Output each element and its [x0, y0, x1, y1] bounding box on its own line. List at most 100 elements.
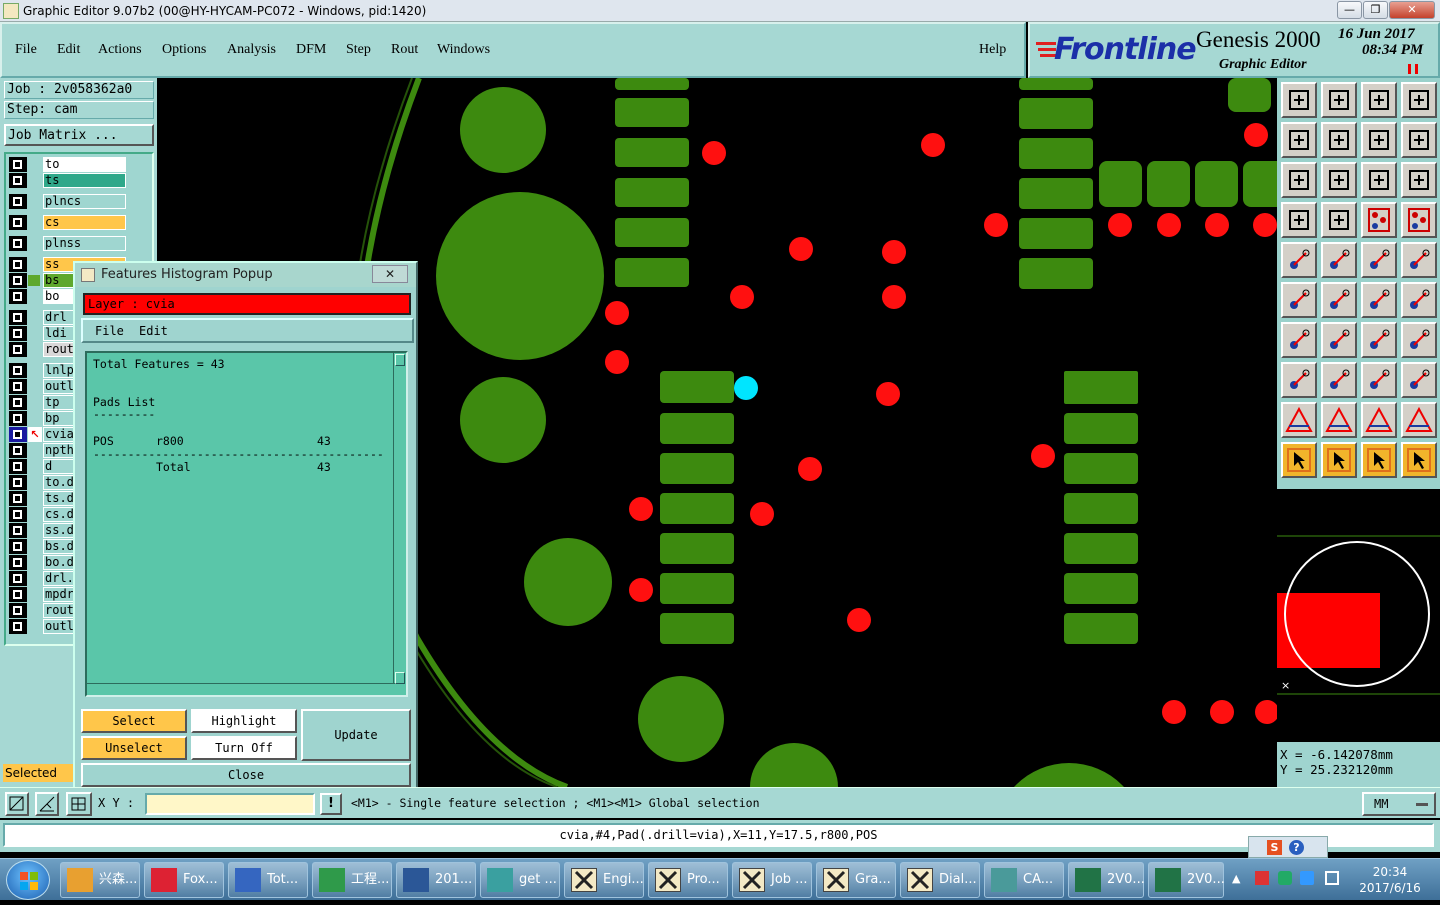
- measure-ruler-icon[interactable]: [1361, 242, 1397, 278]
- layer-checkbox-icon[interactable]: [9, 395, 27, 410]
- snap-center-icon[interactable]: [1401, 242, 1437, 278]
- select-circle-icon[interactable]: [1361, 442, 1397, 478]
- layer-row-ts[interactable]: ts: [9, 173, 126, 188]
- add-line-icon[interactable]: [1321, 242, 1357, 278]
- layer-checkbox-icon[interactable]: [9, 539, 27, 554]
- layer-checkbox-icon[interactable]: [9, 603, 27, 618]
- triangle-c-icon[interactable]: [1361, 402, 1397, 438]
- layer-checkbox-icon[interactable]: [9, 257, 27, 272]
- scroll-up-arrow-icon[interactable]: [395, 354, 405, 366]
- draw-line-icon[interactable]: [1321, 322, 1357, 358]
- layer-checkbox-icon[interactable]: [9, 273, 27, 288]
- taskbar-button[interactable]: Fox...: [144, 862, 224, 898]
- scale-one-to-one-icon[interactable]: [1361, 162, 1397, 198]
- scroll-down-arrow-icon[interactable]: [395, 672, 405, 684]
- layer-checkbox-icon[interactable]: [9, 215, 27, 230]
- taskbar-button[interactable]: CA...: [984, 862, 1064, 898]
- flip-text-icon[interactable]: [1401, 322, 1437, 358]
- taskbar-button[interactable]: 工程...: [312, 862, 392, 898]
- layer-checkbox-icon[interactable]: [9, 475, 27, 490]
- layer-row-to[interactable]: to: [9, 157, 126, 172]
- connect-nodes-icon[interactable]: [1281, 282, 1317, 318]
- taskbar-button[interactable]: 2V0...: [1068, 862, 1145, 898]
- ime-icon[interactable]: S: [1267, 840, 1282, 855]
- update-button[interactable]: Update: [301, 709, 411, 761]
- tray-expand-icon[interactable]: ▲: [1232, 872, 1240, 885]
- angle-icon[interactable]: [1281, 322, 1317, 358]
- layer-checkbox-icon[interactable]: [9, 459, 27, 474]
- tray-app-icon[interactable]: [1278, 871, 1292, 885]
- popup-close-button[interactable]: Close: [81, 763, 411, 787]
- group-icon[interactable]: [1401, 362, 1437, 398]
- triangle-b-icon[interactable]: [1321, 402, 1357, 438]
- measure-icon[interactable]: [35, 792, 59, 816]
- taskbar-button[interactable]: Tot...: [228, 862, 308, 898]
- layer-checkbox-icon[interactable]: [9, 326, 27, 341]
- pan-up-icon[interactable]: [1281, 82, 1317, 118]
- layer-stack-icon[interactable]: [1361, 202, 1397, 238]
- alert-icon[interactable]: !: [320, 793, 342, 815]
- route-line-icon[interactable]: [1361, 282, 1397, 318]
- taskbar-button[interactable]: 兴森...: [60, 862, 140, 898]
- taskbar-button[interactable]: Job ...: [732, 862, 812, 898]
- highlight-button[interactable]: Highlight: [191, 709, 297, 733]
- layer-checkbox-icon[interactable]: [9, 379, 27, 394]
- menu-rout[interactable]: Rout: [391, 42, 418, 58]
- menu-edit[interactable]: Edit: [57, 42, 80, 58]
- layer-row-plncs[interactable]: plncs: [9, 194, 126, 209]
- layer-checkbox-icon[interactable]: [9, 427, 27, 442]
- layer-checkbox-icon[interactable]: [9, 555, 27, 570]
- layer-checkbox-icon[interactable]: [9, 619, 27, 634]
- cross-select-icon[interactable]: [1321, 282, 1357, 318]
- pan-down-icon[interactable]: [1321, 82, 1357, 118]
- menu-actions[interactable]: Actions: [98, 42, 142, 58]
- close-button[interactable]: ✕: [1389, 1, 1435, 19]
- taskbar-button[interactable]: 201...: [396, 862, 476, 898]
- layer-checkbox-icon[interactable]: [9, 173, 27, 188]
- volume-icon[interactable]: [1325, 871, 1339, 885]
- layer-stack-red-icon[interactable]: [1401, 202, 1437, 238]
- layer-checkbox-icon[interactable]: [9, 342, 27, 357]
- taskbar-button[interactable]: Pro...: [648, 862, 728, 898]
- menu-step[interactable]: Step: [346, 42, 371, 58]
- popup-menu-file[interactable]: File: [95, 324, 124, 338]
- select-arrow-icon[interactable]: [1281, 442, 1317, 478]
- select-box-icon[interactable]: [1321, 442, 1357, 478]
- triangle-d-icon[interactable]: [1401, 402, 1437, 438]
- turn-off-button[interactable]: Turn Off: [191, 736, 297, 760]
- grid-toggle-icon[interactable]: [1321, 202, 1357, 238]
- popup-close-icon[interactable]: ✕: [372, 265, 408, 283]
- selected-via[interactable]: [734, 376, 758, 400]
- layer-checkbox-icon[interactable]: [9, 363, 27, 378]
- layer-checkbox-icon[interactable]: [9, 443, 27, 458]
- job-matrix-button[interactable]: Job Matrix ...: [4, 124, 154, 146]
- restore-button[interactable]: ❐: [1363, 1, 1388, 19]
- arc-icon[interactable]: [1361, 322, 1397, 358]
- menu-options[interactable]: Options: [162, 42, 206, 58]
- units-selector[interactable]: MM: [1362, 792, 1436, 816]
- pan-left-icon[interactable]: [1281, 122, 1317, 158]
- unselect-button[interactable]: Unselect: [81, 736, 187, 760]
- select-net-icon[interactable]: [1401, 442, 1437, 478]
- popup-menu-edit[interactable]: Edit: [139, 324, 168, 338]
- taskbar-button[interactable]: Engi...: [564, 862, 644, 898]
- grid-icon[interactable]: [66, 792, 92, 816]
- select-button[interactable]: Select: [81, 709, 187, 733]
- move-feature-icon[interactable]: [1281, 362, 1317, 398]
- home-view-icon[interactable]: [1361, 82, 1397, 118]
- layer-checkbox-icon[interactable]: [9, 310, 27, 325]
- taskbar-button[interactable]: Dial...: [900, 862, 980, 898]
- system-clock[interactable]: 20:34 2017/6/16: [1350, 864, 1430, 896]
- menu-dfm[interactable]: DFM: [296, 42, 326, 58]
- zoom-center-icon[interactable]: [1321, 162, 1357, 198]
- menu-windows[interactable]: Windows: [437, 42, 490, 58]
- pause-icon[interactable]: [1408, 64, 1418, 74]
- zoom-box-icon[interactable]: [5, 792, 29, 816]
- layer-checkbox-icon[interactable]: [9, 491, 27, 506]
- menu-help[interactable]: Help: [979, 42, 1006, 58]
- layer-checkbox-icon[interactable]: [9, 157, 27, 172]
- language-bar[interactable]: S ?: [1248, 836, 1328, 858]
- layer-checkbox-icon[interactable]: [9, 289, 27, 304]
- layer-row-cs[interactable]: cs: [9, 215, 126, 230]
- report-vertical-scrollbar[interactable]: [393, 353, 406, 685]
